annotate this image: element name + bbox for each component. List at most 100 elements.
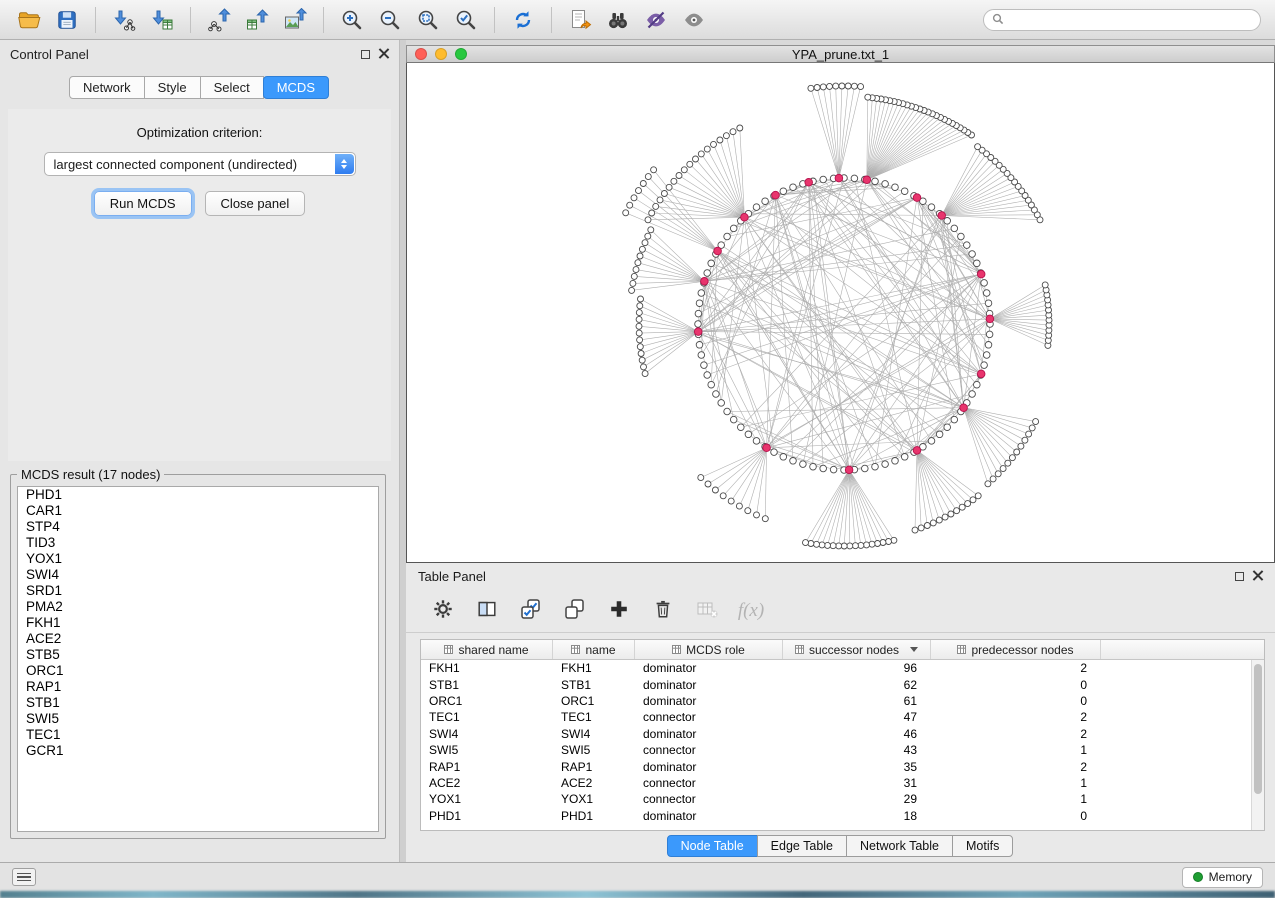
tab-network[interactable]: Network: [69, 76, 145, 99]
cell-successor-nodes: 61: [783, 694, 931, 708]
zoom-in-button[interactable]: [333, 4, 371, 36]
table-row[interactable]: SWI4SWI4dominator462: [421, 726, 1264, 742]
cell-shared-name: FKH1: [421, 661, 553, 675]
table-row[interactable]: TEC1TEC1connector472: [421, 709, 1264, 725]
mcds-result-item[interactable]: YOX1: [18, 551, 378, 567]
memory-button[interactable]: Memory: [1182, 867, 1263, 888]
table-row[interactable]: YOX1YOX1connector291: [421, 791, 1264, 807]
scrollbar-thumb[interactable]: [1254, 664, 1262, 794]
close-panel-button-2[interactable]: Close panel: [205, 191, 306, 216]
tab-edge-table[interactable]: Edge Table: [757, 835, 847, 857]
table-row[interactable]: STB1STB1dominator620: [421, 676, 1264, 692]
network-graph[interactable]: [407, 63, 1274, 562]
column-header-successor-nodes[interactable]: successor nodes: [783, 640, 931, 659]
open-session-button[interactable]: [10, 4, 48, 36]
show-columns-button[interactable]: [472, 596, 502, 626]
cell-successor-nodes: 29: [783, 792, 931, 806]
zoom-selected-button[interactable]: [447, 4, 485, 36]
show-all-button[interactable]: [675, 4, 713, 36]
table-row[interactable]: PHD1PHD1dominator180: [421, 808, 1264, 824]
mcds-result-item[interactable]: ACE2: [18, 631, 378, 647]
tab-network-table[interactable]: Network Table: [846, 835, 953, 857]
share-document-button[interactable]: [561, 4, 599, 36]
hide-selected-button[interactable]: [637, 4, 675, 36]
cell-shared-name: TEC1: [421, 710, 553, 724]
save-session-button[interactable]: [48, 4, 86, 36]
find-button[interactable]: [599, 4, 637, 36]
column-type-icon: [672, 645, 681, 654]
mcds-result-item[interactable]: SWI4: [18, 567, 378, 583]
zoom-out-button[interactable]: [371, 4, 409, 36]
close-table-panel-button[interactable]: [1252, 569, 1263, 584]
cell-predecessor-nodes: 0: [931, 809, 1101, 823]
criterion-select[interactable]: largest connected component (undirected): [44, 152, 356, 176]
run-mcds-button[interactable]: Run MCDS: [94, 191, 192, 216]
column-header-name[interactable]: name: [553, 640, 635, 659]
create-column-button[interactable]: [604, 596, 634, 626]
memory-label: Memory: [1209, 870, 1252, 884]
refresh-view-button[interactable]: [504, 4, 542, 36]
node-table: shared namenameMCDS rolesuccessor nodesp…: [420, 639, 1265, 831]
table-row[interactable]: SWI5SWI5connector431: [421, 742, 1264, 758]
toolbar-separator: [551, 7, 552, 33]
network-canvas[interactable]: [406, 63, 1275, 563]
mcds-result-item[interactable]: FKH1: [18, 615, 378, 631]
mcds-result-item[interactable]: SRD1: [18, 583, 378, 599]
float-panel-button[interactable]: [361, 47, 370, 62]
tab-motifs[interactable]: Motifs: [952, 835, 1013, 857]
cell-predecessor-nodes: 0: [931, 694, 1101, 708]
application-window: Control Panel NetworkStyleSelectMCDS Opt…: [0, 0, 1275, 898]
column-header-shared-name[interactable]: shared name: [421, 640, 553, 659]
cell-name: ORC1: [553, 694, 635, 708]
cell-successor-nodes: 46: [783, 727, 931, 741]
float-table-panel-button[interactable]: [1235, 569, 1244, 584]
column-header-MCDS-role[interactable]: MCDS role: [635, 640, 783, 659]
toolbar-separator: [190, 7, 191, 33]
mcds-result-item[interactable]: RAP1: [18, 679, 378, 695]
import-network-button[interactable]: [105, 4, 143, 36]
tab-select[interactable]: Select: [200, 76, 264, 99]
mcds-result-item[interactable]: CAR1: [18, 503, 378, 519]
delete-column-button[interactable]: [648, 596, 678, 626]
table-scrollbar: [1251, 660, 1264, 830]
share-document-icon: [568, 8, 592, 32]
panel-selector-button[interactable]: [12, 868, 36, 886]
tab-node-table[interactable]: Node Table: [667, 835, 758, 857]
deselect-all-button[interactable]: [560, 596, 590, 626]
cell-MCDS-role: dominator: [635, 661, 783, 675]
close-panel-button[interactable]: [378, 47, 389, 62]
mcds-result-item[interactable]: STB5: [18, 647, 378, 663]
cell-MCDS-role: dominator: [635, 760, 783, 774]
search-box[interactable]: [983, 9, 1261, 31]
zoom-fit-button[interactable]: [409, 4, 447, 36]
cell-name: SWI4: [553, 727, 635, 741]
cell-successor-nodes: 47: [783, 710, 931, 724]
search-input[interactable]: [1009, 13, 1252, 27]
table-row[interactable]: ORC1ORC1dominator610: [421, 693, 1264, 709]
mcds-result-item[interactable]: STP4: [18, 519, 378, 535]
mcds-result-item[interactable]: TEC1: [18, 727, 378, 743]
table-row[interactable]: RAP1RAP1dominator352: [421, 758, 1264, 774]
export-table-button[interactable]: [238, 4, 276, 36]
import-table-button[interactable]: [143, 4, 181, 36]
mcds-result-item[interactable]: TID3: [18, 535, 378, 551]
optimization-criterion-label: Optimization criterion:: [8, 125, 391, 140]
mcds-result-item[interactable]: PMA2: [18, 599, 378, 615]
column-header-filler: [1101, 640, 1264, 659]
mcds-result-item[interactable]: PHD1: [18, 487, 378, 503]
tab-mcds[interactable]: MCDS: [263, 76, 329, 99]
mcds-result-item[interactable]: SWI5: [18, 711, 378, 727]
tab-style[interactable]: Style: [144, 76, 201, 99]
select-all-button[interactable]: [516, 596, 546, 626]
table-settings-button[interactable]: [428, 596, 458, 626]
mcds-result-item[interactable]: ORC1: [18, 663, 378, 679]
mcds-result-item[interactable]: STB1: [18, 695, 378, 711]
export-image-button[interactable]: [276, 4, 314, 36]
table-row[interactable]: ACE2ACE2connector311: [421, 775, 1264, 791]
mcds-result-item[interactable]: GCR1: [18, 743, 378, 759]
zoom-out-icon: [378, 8, 402, 32]
columns-icon: [476, 598, 498, 623]
column-header-predecessor-nodes[interactable]: predecessor nodes: [931, 640, 1101, 659]
table-row[interactable]: FKH1FKH1dominator962: [421, 660, 1264, 676]
export-network-button[interactable]: [200, 4, 238, 36]
